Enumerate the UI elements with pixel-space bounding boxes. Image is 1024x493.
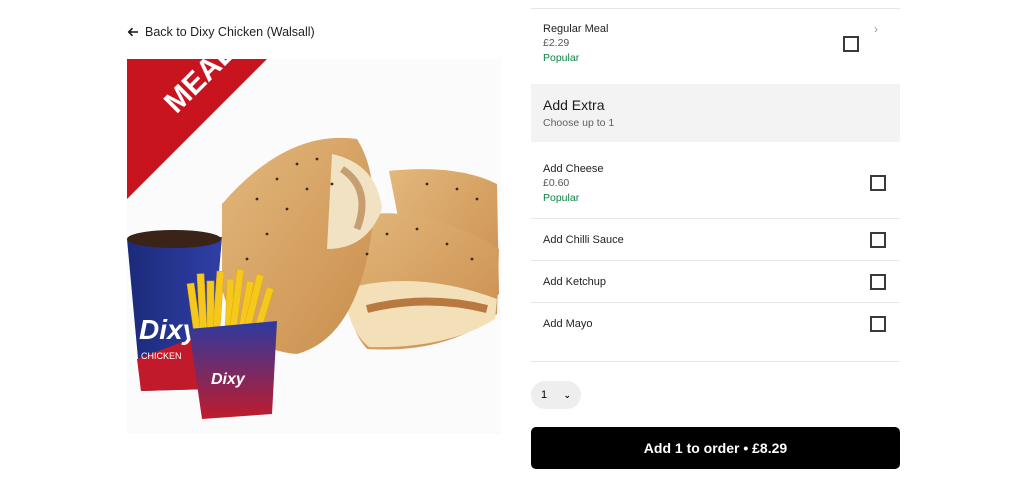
option-name: Add Mayo xyxy=(543,318,593,330)
row-divider xyxy=(531,361,900,362)
option-regular-meal[interactable]: Regular Meal £2.29 Popular › xyxy=(531,22,900,73)
add-cheese-checkbox[interactable] xyxy=(870,175,886,191)
top-divider xyxy=(531,8,900,9)
add-ketchup-checkbox[interactable] xyxy=(870,274,886,290)
add-to-order-button[interactable]: Add 1 to order • £8.29 xyxy=(531,427,900,469)
row-divider xyxy=(531,302,900,303)
chevron-down-icon: ⌄ xyxy=(563,389,571,400)
box-brand-text: Dixy xyxy=(211,371,246,388)
option-name: Add Cheese xyxy=(543,163,604,175)
option-price: £0.60 xyxy=(543,177,570,189)
option-add-mayo[interactable]: Add Mayo xyxy=(531,316,900,338)
option-add-cheese[interactable]: Add Cheese £0.60 Popular xyxy=(531,163,900,213)
add-chilli-sauce-checkbox[interactable] xyxy=(870,232,886,248)
option-add-chilli-sauce[interactable]: Add Chilli Sauce xyxy=(531,232,900,254)
option-name: Add Ketchup xyxy=(543,276,606,288)
row-divider xyxy=(531,260,900,261)
popular-badge: Popular xyxy=(543,52,580,64)
add-mayo-checkbox[interactable] xyxy=(870,316,886,332)
back-link-label: Back to Dixy Chicken (Walsall) xyxy=(145,25,315,39)
quantity-select[interactable]: 1 ⌄ xyxy=(531,381,581,409)
section-subtitle: Choose up to 1 xyxy=(543,117,615,129)
popular-badge: Popular xyxy=(543,192,580,204)
option-name: Regular Meal xyxy=(543,23,609,35)
regular-meal-checkbox[interactable] xyxy=(843,36,859,52)
arrow-left-icon xyxy=(127,27,138,37)
option-add-ketchup[interactable]: Add Ketchup xyxy=(531,274,900,296)
row-divider xyxy=(531,218,900,219)
option-name: Add Chilli Sauce xyxy=(543,234,624,246)
section-title: Add Extra xyxy=(543,97,605,113)
quantity-value: 1 xyxy=(541,389,548,401)
add-extra-header: Add Extra Choose up to 1 xyxy=(531,84,900,142)
product-image: MEAL Dixy CHICKEN Dixy xyxy=(127,59,501,434)
cup-brand-sub: CHICKEN xyxy=(141,351,182,361)
back-link[interactable]: Back to Dixy Chicken (Walsall) xyxy=(127,25,315,39)
chevron-right-icon[interactable]: › xyxy=(874,22,878,36)
